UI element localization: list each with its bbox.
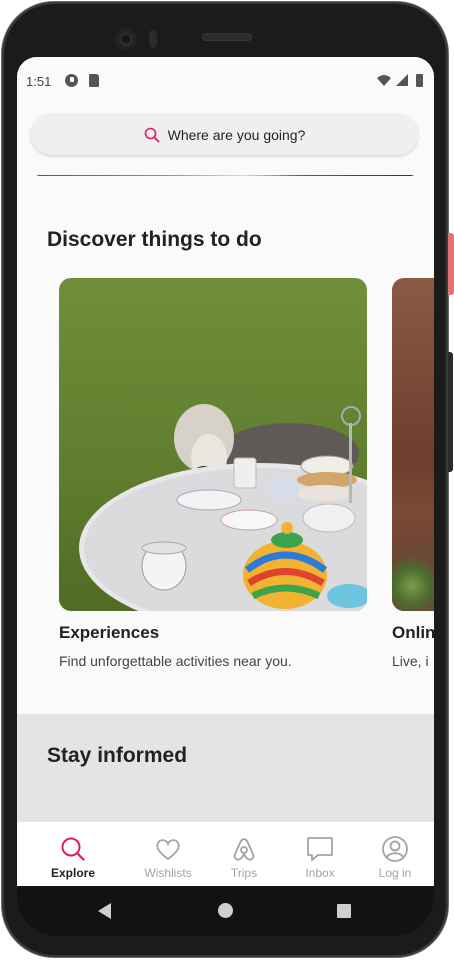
online-experiences-card-image[interactable] [392, 278, 434, 611]
section-title-discover: Discover things to do [47, 228, 262, 251]
tab-log-in[interactable]: Log in [356, 822, 434, 886]
bottom-tab-bar: Explore Wishlists Trips Inbox Log in [17, 821, 434, 886]
heart-icon [154, 835, 182, 863]
section-title-stay-informed: Stay informed [47, 744, 188, 767]
tab-label: Trips [230, 866, 258, 880]
stay-informed-section: Stay informed [17, 714, 434, 824]
tab-explore[interactable]: Explore [34, 822, 112, 886]
tab-label: Log in [378, 866, 412, 880]
card-subtitle-online: Live, i [392, 653, 429, 669]
status-time: 1:51 [26, 74, 52, 89]
cellular-signal-icon [396, 74, 408, 86]
battery-icon [416, 74, 423, 87]
chat-icon [306, 835, 334, 863]
experiences-card-image[interactable] [59, 278, 367, 611]
search-bar[interactable]: Where are you going? [31, 114, 418, 155]
tab-trips[interactable]: Trips [205, 822, 283, 886]
card-title-online[interactable]: Onlin [392, 623, 434, 643]
card-title-experiences[interactable]: Experiences [59, 623, 159, 643]
home-icon[interactable] [218, 903, 233, 918]
system-status-icons [377, 74, 423, 87]
back-icon[interactable] [98, 903, 111, 919]
search-icon [59, 835, 87, 863]
status-bar: 1:51 [17, 57, 434, 105]
tab-label: Wishlists [144, 866, 192, 880]
card-subtitle-experiences: Find unforgettable activities near you. [59, 653, 292, 669]
android-nav-bar [17, 886, 434, 936]
search-icon [144, 127, 160, 142]
notification-icon [65, 74, 78, 87]
user-circle-icon [381, 835, 409, 863]
search-bar-container: Where are you going? [17, 105, 434, 175]
airbnb-logo-icon [230, 835, 258, 863]
tab-label: Explore [50, 866, 95, 880]
earpiece-speaker [202, 33, 252, 41]
volume-button[interactable] [448, 352, 453, 472]
front-camera [115, 28, 137, 50]
recent-apps-icon[interactable] [337, 904, 351, 918]
proximity-sensor [149, 30, 157, 48]
sd-card-icon [89, 74, 99, 87]
tab-label: Inbox [305, 866, 335, 880]
wifi-icon [377, 75, 391, 86]
search-placeholder: Where are you going? [167, 126, 306, 143]
tab-wishlists[interactable]: Wishlists [129, 822, 207, 886]
sheep-tea-party-photo [59, 278, 367, 611]
tab-inbox[interactable]: Inbox [281, 822, 359, 886]
power-button[interactable] [448, 233, 454, 295]
app-screen: 1:51 Where are you going? Discover thing… [17, 57, 434, 886]
